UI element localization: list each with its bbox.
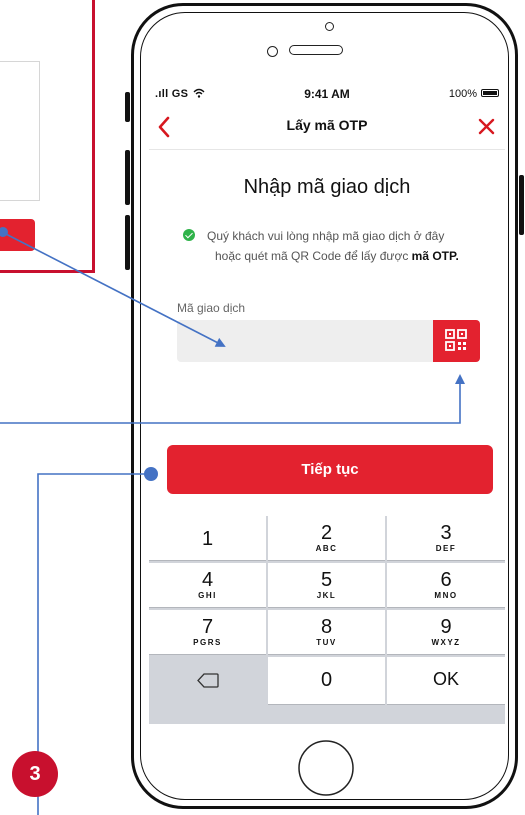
key-9[interactable]: 9 WXYZ (387, 610, 505, 655)
qr-scan-button[interactable] (433, 320, 480, 362)
key-7[interactable]: 7 PGRS (149, 610, 266, 655)
key-letters: TUV (316, 638, 337, 647)
power-button (519, 175, 524, 235)
key-digit: 9 (440, 616, 452, 638)
mute-switch (125, 92, 130, 122)
nav-bar: Lấy mã OTP (149, 105, 505, 150)
key-2[interactable]: 2 ABC (268, 516, 385, 561)
status-bar: .ıll GS 9:41 AM 100% (149, 83, 505, 105)
check-circle-icon (183, 229, 195, 241)
key-digit: 3 (440, 522, 452, 544)
key-digit: 5 (320, 569, 333, 591)
key-4[interactable]: 4 GHI (149, 563, 266, 608)
partial-input-box (0, 61, 40, 201)
partial-left-panel (0, 0, 95, 273)
key-digit: 0 (320, 669, 333, 691)
key-digit: 8 (320, 616, 333, 638)
key-3[interactable]: 3 DEF (387, 516, 505, 561)
key-5[interactable]: 5 JKL (268, 563, 385, 608)
page-heading: Nhập mã giao dịch (243, 176, 411, 198)
key-letters: ABC (315, 544, 338, 553)
step-number-badge: 3 (12, 751, 58, 797)
key-letters: WXYZ (431, 638, 461, 647)
numeric-keypad: 1 2 ABC 3 DEF 4 GHI 5 JKL 6 MNO 7 PGRS 8 TUV 9W… (149, 516, 505, 724)
nav-title: Lấy mã OTP (286, 117, 368, 133)
key-6[interactable]: 6 MNO (387, 563, 505, 608)
key-digit: 6 (440, 569, 452, 591)
key-digit: 4 (201, 569, 214, 591)
key-0[interactable]: 0 (268, 657, 385, 705)
battery-percent: 100% (448, 88, 477, 100)
key-1[interactable]: 1 (149, 516, 266, 561)
note-line-2-bold: mã OTP. (411, 249, 459, 263)
transaction-code-label: Mã giao dịch (177, 301, 246, 315)
earpiece-speaker (289, 45, 343, 55)
close-icon[interactable] (478, 118, 495, 135)
key-8[interactable]: 8 TUV (268, 610, 385, 655)
sensor-dot (325, 22, 334, 31)
volume-down-button (125, 215, 130, 270)
note-line-2: hoặc quét mã QR Code để lấy được mã OTP. (215, 246, 459, 266)
backspace-icon (197, 673, 219, 688)
volume-up-button (125, 150, 130, 205)
note-line-1: Quý khách vui lòng nhập mã giao dịch ở đ… (207, 229, 445, 243)
home-button[interactable] (296, 738, 356, 798)
ok-key[interactable]: OK (387, 657, 505, 705)
battery-icon (481, 89, 499, 97)
app-screen: .ıll GS 9:41 AM 100% Lấy mã OTP Nhập mã … (149, 83, 505, 724)
key-letters: GHI (198, 591, 217, 600)
key-letters: DEF (435, 544, 457, 553)
key-digit: 1 (201, 528, 214, 550)
partial-red-button (0, 219, 35, 251)
backspace-key[interactable] (149, 657, 266, 705)
ok-key-label: OK (432, 669, 459, 689)
continue-button[interactable]: Tiếp tục (167, 445, 493, 494)
key-letters: MNO (434, 591, 458, 600)
key-digit: 2 (320, 522, 333, 544)
qr-code-icon (445, 329, 467, 351)
note-line-2-text: hoặc quét mã QR Code để lấy được (215, 249, 412, 263)
front-camera (267, 46, 278, 57)
key-letters: PGRS (193, 638, 222, 647)
key-letters: JKL (316, 591, 337, 600)
key-digit: 7 (201, 616, 214, 638)
